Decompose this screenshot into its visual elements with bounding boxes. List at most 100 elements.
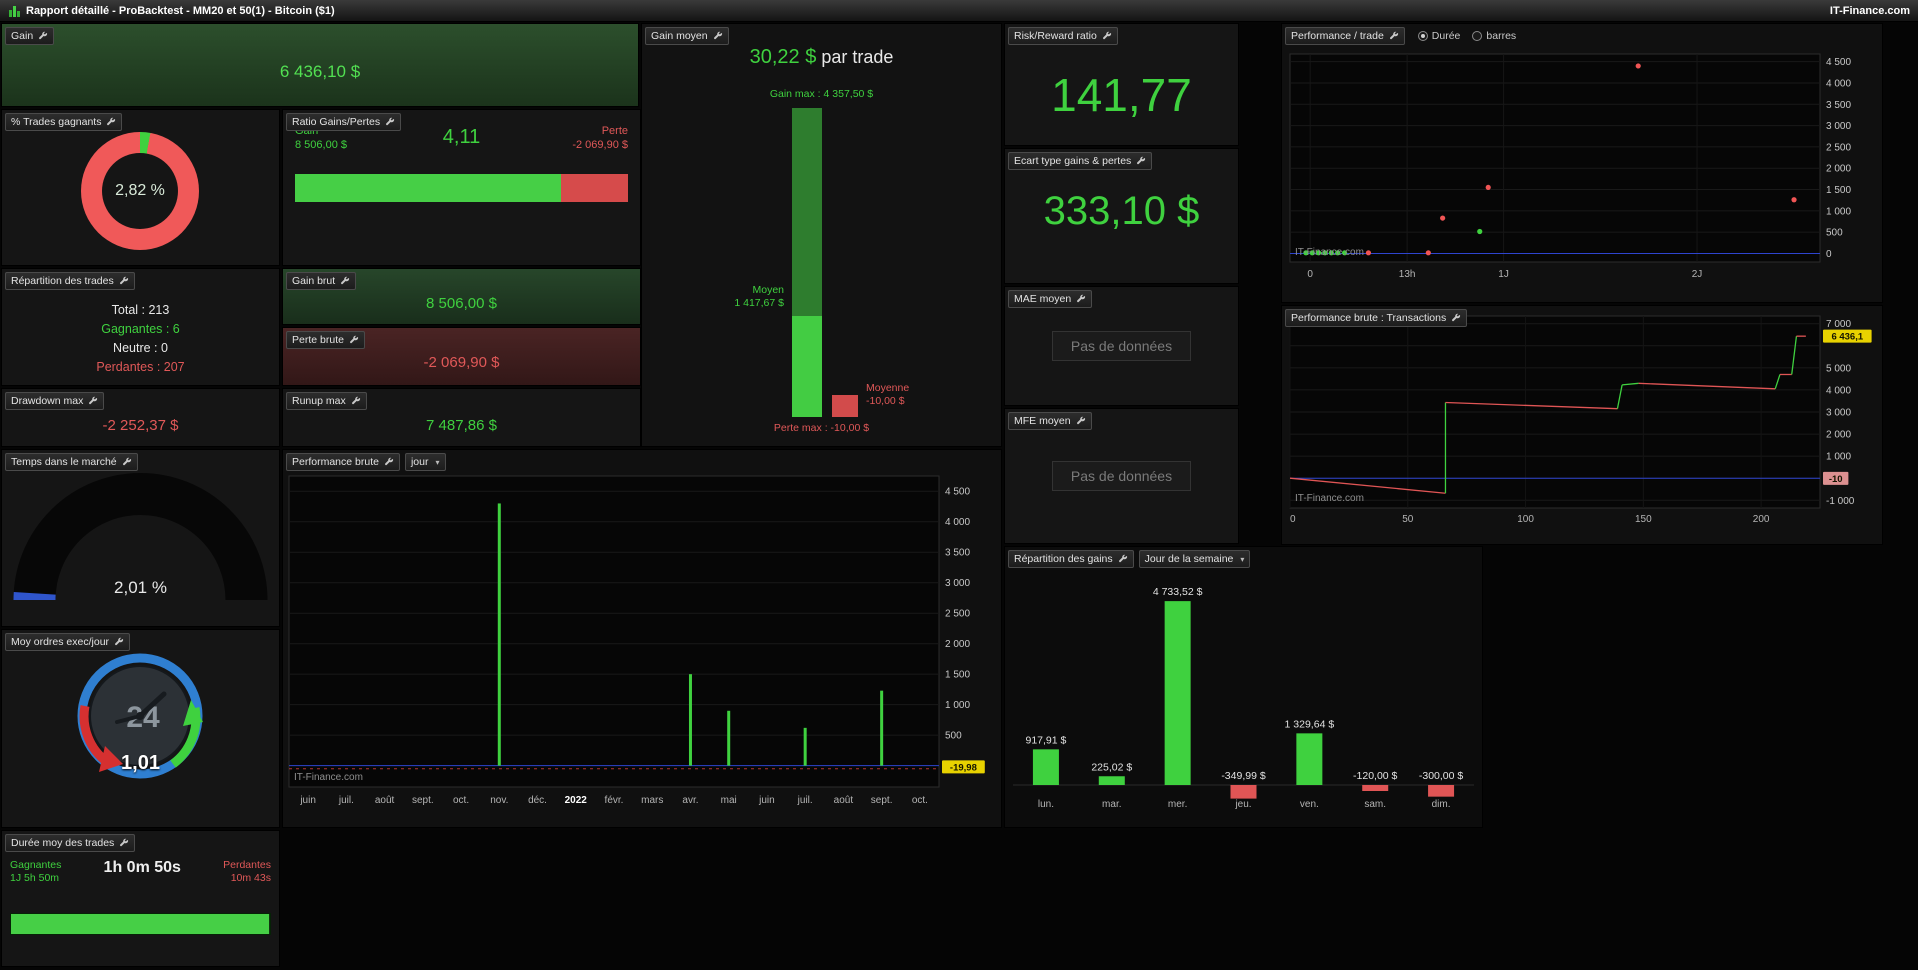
panel-gross-performance-transactions: Performance brute : Transactions 7 000 5 … xyxy=(1282,306,1882,544)
ratio-loss-value: -2 069,90 $ xyxy=(572,139,628,151)
svg-text:juil.: juil. xyxy=(797,795,813,806)
monthly-settings-chip[interactable]: Performance brute xyxy=(286,453,400,471)
svg-text:50: 50 xyxy=(1402,514,1414,525)
panel-mae: MAE moyen Pas de données xyxy=(1005,287,1238,405)
split-neutral: Neutre : 0 xyxy=(113,341,168,355)
riskreward-settings-chip[interactable]: Risk/Reward ratio xyxy=(1008,27,1118,45)
svg-text:1 500: 1 500 xyxy=(945,670,970,681)
transactions-settings-chip[interactable]: Performance brute : Transactions xyxy=(1285,309,1468,327)
avg-gain-mean: Moyen 1 417,67 $ xyxy=(642,284,784,310)
wrench-icon xyxy=(351,396,360,405)
svg-text:mars: mars xyxy=(641,795,663,806)
split-settings-chip[interactable]: Répartition des trades xyxy=(5,272,135,290)
svg-text:1 329,64 $: 1 329,64 $ xyxy=(1285,718,1335,730)
svg-text:-120,00 $: -120,00 $ xyxy=(1353,770,1398,782)
radio-duree-label: Durée xyxy=(1431,30,1461,42)
svg-text:100: 100 xyxy=(1517,514,1534,525)
weekday-group-value: Jour de la semaine xyxy=(1144,553,1234,565)
svg-text:sept.: sept. xyxy=(412,795,434,806)
orders-settings-chip[interactable]: Moy ordres exec/jour xyxy=(5,633,131,651)
probacktest-report: Rapport détaillé - ProBacktest - MM20 et… xyxy=(0,0,1918,970)
pertrade-mode-radios: Durée barres xyxy=(1417,30,1516,42)
time-gauge xyxy=(2,450,279,628)
avggain-settings-chip[interactable]: Gain moyen xyxy=(645,27,729,45)
avg-gain-bar-upper xyxy=(792,108,822,316)
svg-text:IT-Finance.com: IT-Finance.com xyxy=(1295,493,1364,504)
grossloss-settings-chip[interactable]: Perte brute xyxy=(286,331,365,349)
svg-text:225,02 $: 225,02 $ xyxy=(1091,761,1132,773)
monthly-period-value: jour xyxy=(410,456,429,468)
wrench-icon xyxy=(39,31,48,40)
runup-settings-chip[interactable]: Runup max xyxy=(286,392,367,410)
svg-text:-349,99 $: -349,99 $ xyxy=(1221,770,1266,782)
wrench-icon xyxy=(341,276,350,285)
radio-duree[interactable]: Durée xyxy=(1417,30,1461,42)
pertrade-settings-chip[interactable]: Performance / trade xyxy=(1285,27,1405,45)
svg-text:déc.: déc. xyxy=(528,795,547,806)
radio-barres-dot xyxy=(1472,31,1483,41)
svg-text:-1 000: -1 000 xyxy=(1826,496,1855,507)
svg-text:sept.: sept. xyxy=(871,795,893,806)
panel-avg-gain: Gain moyen 30,22 $ par trade Gain max : … xyxy=(642,24,1001,446)
mae-settings-chip[interactable]: MAE moyen xyxy=(1008,290,1093,308)
grossgain-settings-chip[interactable]: Gain brut xyxy=(286,272,357,290)
svg-text:3 000: 3 000 xyxy=(945,578,970,589)
duration-settings-chip[interactable]: Durée moy des trades xyxy=(5,834,136,852)
panel-runup: Runup max 7 487,86 $ xyxy=(283,389,640,446)
mfe-settings-chip[interactable]: MFE moyen xyxy=(1008,412,1092,430)
svg-text:3 500: 3 500 xyxy=(1826,100,1851,111)
performance-per-trade-chart: 0 500 1 000 1 500 2 000 2 500 3 000 3 500 4 000 4… xyxy=(1282,24,1882,302)
wrench-icon xyxy=(122,457,131,466)
mean-label: Moyen xyxy=(752,284,784,296)
radio-barres[interactable]: barres xyxy=(1472,30,1516,42)
loss-max-label: Perte max : -10,00 $ xyxy=(773,422,870,434)
wrench-icon xyxy=(1389,31,1398,40)
weekday-settings-chip[interactable]: Répartition des gains xyxy=(1008,550,1134,568)
window-title: Rapport détaillé - ProBacktest - MM20 et… xyxy=(26,4,335,17)
wrench-icon xyxy=(1137,156,1146,165)
max-loss-bar xyxy=(832,395,858,417)
svg-text:2 000: 2 000 xyxy=(1826,164,1851,175)
winrate-settings-chip[interactable]: % Trades gagnants xyxy=(5,113,123,131)
svg-text:500: 500 xyxy=(945,731,962,742)
svg-text:500: 500 xyxy=(1826,228,1843,239)
mae-no-data: Pas de données xyxy=(1051,331,1192,361)
svg-text:juin: juin xyxy=(758,795,775,806)
svg-text:IT-Finance.com: IT-Finance.com xyxy=(294,772,363,783)
avg-loss-label: Moyenne xyxy=(866,382,910,394)
panel-time-in-market: Temps dans le marché 2,01 % xyxy=(2,450,279,626)
svg-text:-300,00 $: -300,00 $ xyxy=(1419,770,1464,782)
mfe-no-data: Pas de données xyxy=(1051,461,1192,491)
grossloss-title: Perte brute xyxy=(292,334,344,346)
svg-text:jeu.: jeu. xyxy=(1234,799,1251,810)
wrench-icon xyxy=(1102,31,1112,40)
svg-text:2 500: 2 500 xyxy=(1826,142,1851,153)
winrate-title: % Trades gagnants xyxy=(11,116,102,128)
chevron-down-icon: ▾ xyxy=(1240,554,1245,564)
ratio-bar-gain-segment xyxy=(295,174,562,202)
monthly-period-dropdown[interactable]: jour ▾ xyxy=(404,453,446,471)
gain-settings-chip[interactable]: Gain xyxy=(5,27,55,45)
svg-text:4 500: 4 500 xyxy=(1826,57,1851,68)
wrench-icon xyxy=(120,838,129,847)
wrench-icon xyxy=(1452,313,1461,322)
avg-gain-headline: 30,22 $ par trade xyxy=(642,46,1001,69)
ratio-settings-chip[interactable]: Ratio Gains/Pertes xyxy=(286,113,402,131)
duration-losers-value: 10m 43s xyxy=(230,872,271,884)
drawdown-settings-chip[interactable]: Drawdown max xyxy=(5,392,105,410)
grossgain-title: Gain brut xyxy=(292,275,336,287)
mae-title: MAE moyen xyxy=(1014,293,1072,305)
std-dev-value: 333,10 $ xyxy=(1043,189,1200,233)
weekday-group-dropdown[interactable]: Jour de la semaine ▾ xyxy=(1138,550,1251,568)
stddev-settings-chip[interactable]: Ecart type gains & pertes xyxy=(1008,152,1153,170)
svg-text:2022: 2022 xyxy=(565,795,588,806)
svg-text:1 000: 1 000 xyxy=(1826,452,1851,463)
time-settings-chip[interactable]: Temps dans le marché xyxy=(5,453,138,471)
svg-text:3 000: 3 000 xyxy=(1826,408,1851,419)
svg-text:lun.: lun. xyxy=(1038,799,1054,810)
split-title: Répartition des trades xyxy=(11,275,114,287)
svg-text:0: 0 xyxy=(1290,514,1296,525)
wrench-icon xyxy=(1077,294,1086,303)
panel-mfe: MFE moyen Pas de données xyxy=(1005,409,1238,543)
panel-risk-reward: Risk/Reward ratio 141,77 xyxy=(1005,24,1238,145)
